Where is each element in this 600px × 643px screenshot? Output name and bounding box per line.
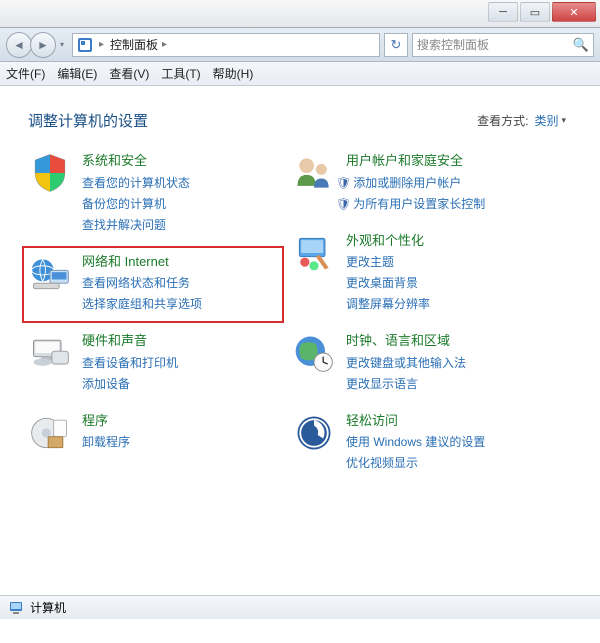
category-title-link[interactable]: 时钟、语言和区域 [346, 331, 466, 351]
breadcrumb[interactable]: 控制面板 ▸ [110, 36, 169, 53]
category-sublink[interactable]: 为所有用户设置家长控制 [353, 197, 485, 211]
menu-view[interactable]: 查看(V) [109, 65, 149, 82]
category-sublink[interactable]: 更改桌面背景 [346, 274, 430, 292]
control-panel-icon [77, 37, 93, 53]
category-sublink[interactable]: 调整屏幕分辨率 [346, 295, 430, 313]
appearance-icon [292, 231, 336, 275]
hardware-icon [28, 331, 72, 375]
category-network-internet: 网络和 Internet 查看网络状态和任务 选择家庭组和共享选项 [22, 246, 284, 324]
category-sublink[interactable]: 查看您的计算机状态 [82, 174, 190, 192]
category-title-link[interactable]: 程序 [82, 411, 130, 431]
view-by-dropdown[interactable]: 类别 [534, 112, 566, 129]
category-title-link[interactable]: 系统和安全 [82, 151, 190, 171]
category-title-link[interactable]: 外观和个性化 [346, 231, 430, 251]
status-label: 计算机 [30, 599, 66, 616]
computer-icon [8, 600, 24, 616]
category-sublink[interactable]: 查找并解决问题 [82, 216, 190, 234]
page-title: 调整计算机的设置 [28, 110, 148, 131]
category-sublink[interactable]: 备份您的计算机 [82, 195, 190, 213]
category-sublink[interactable]: 添加或删除用户帐户 [353, 176, 461, 190]
menu-tools[interactable]: 工具(T) [161, 65, 200, 82]
minimize-button[interactable]: ─ [488, 2, 518, 22]
maximize-button[interactable]: ▭ [520, 2, 550, 22]
refresh-button[interactable]: ↻ [384, 33, 408, 57]
nav-back-button[interactable]: ◄ [6, 32, 32, 58]
menu-help[interactable]: 帮助(H) [213, 65, 254, 82]
category-sublink[interactable]: 查看网络状态和任务 [82, 274, 202, 292]
network-icon [28, 252, 72, 296]
category-system-security: 系统和安全 查看您的计算机状态 备份您的计算机 查找并解决问题 [28, 151, 278, 234]
titlebar: ─ ▭ ✕ [0, 0, 600, 28]
status-bar: 计算机 [0, 595, 600, 619]
breadcrumb-separator-icon: ▸ [97, 39, 106, 50]
menu-bar: 文件(F) 编辑(E) 查看(V) 工具(T) 帮助(H) [0, 62, 600, 86]
category-sublink[interactable]: 卸载程序 [82, 433, 130, 451]
refresh-icon: ↻ [391, 37, 402, 53]
category-sublink[interactable]: 添加设备 [82, 375, 178, 393]
arrow-right-icon: ► [37, 38, 49, 52]
users-icon [292, 151, 336, 195]
view-by-label: 查看方式: [477, 112, 528, 129]
categories-column-right: 用户帐户和家庭安全 🛡添加或删除用户帐户 🛡为所有用户设置家长控制 外观和个性化… [292, 151, 542, 472]
programs-icon [28, 411, 72, 455]
menu-file[interactable]: 文件(F) [6, 65, 45, 82]
search-input[interactable]: 搜索控制面板 🔍 [412, 33, 594, 57]
view-by: 查看方式: 类别 [477, 112, 566, 129]
window-controls: ─ ▭ ✕ [486, 2, 596, 27]
ease-of-access-icon [292, 411, 336, 455]
nav-history-dropdown[interactable]: ▾ [56, 32, 68, 58]
category-sublink[interactable]: 查看设备和打印机 [82, 354, 178, 372]
view-by-value: 类别 [534, 112, 558, 129]
category-user-accounts: 用户帐户和家庭安全 🛡添加或删除用户帐户 🛡为所有用户设置家长控制 [292, 151, 542, 213]
category-title-link[interactable]: 轻松访问 [346, 411, 485, 431]
category-title-link[interactable]: 硬件和声音 [82, 331, 178, 351]
shield-bullet-icon: 🛡 [336, 197, 351, 211]
search-placeholder: 搜索控制面板 [417, 36, 489, 53]
content-area: 调整计算机的设置 查看方式: 类别 系统和安全 查看您的计算机状态 备份您的计算… [0, 86, 600, 616]
category-clock-language: 时钟、语言和区域 更改键盘或其他输入法 更改显示语言 [292, 331, 542, 393]
nav-forward-button[interactable]: ► [30, 32, 56, 58]
category-ease-of-access: 轻松访问 使用 Windows 建议的设置 优化视频显示 [292, 411, 542, 473]
clock-globe-icon [292, 331, 336, 375]
navigation-bar: ◄ ► ▾ ▸ 控制面板 ▸ ↻ 搜索控制面板 🔍 [0, 28, 600, 62]
category-sublink[interactable]: 优化视频显示 [346, 454, 485, 472]
shield-icon [28, 151, 72, 195]
category-hardware-sound: 硬件和声音 查看设备和打印机 添加设备 [28, 331, 278, 393]
arrow-left-icon: ◄ [13, 38, 25, 52]
category-appearance: 外观和个性化 更改主题 更改桌面背景 调整屏幕分辨率 [292, 231, 542, 314]
category-sublink[interactable]: 使用 Windows 建议的设置 [346, 433, 485, 451]
menu-edit[interactable]: 编辑(E) [57, 65, 97, 82]
nav-arrows: ◄ ► ▾ [6, 32, 68, 58]
category-sublink[interactable]: 更改主题 [346, 253, 430, 271]
search-icon: 🔍 [573, 37, 589, 53]
category-sublink[interactable]: 选择家庭组和共享选项 [82, 295, 202, 313]
category-sublink[interactable]: 更改键盘或其他输入法 [346, 354, 466, 372]
address-bar[interactable]: ▸ 控制面板 ▸ [72, 33, 380, 57]
breadcrumb-separator-icon: ▸ [160, 39, 169, 50]
breadcrumb-item[interactable]: 控制面板 [110, 36, 158, 53]
category-sublink[interactable]: 更改显示语言 [346, 375, 466, 393]
categories-column-left: 系统和安全 查看您的计算机状态 备份您的计算机 查找并解决问题 网络和 Inte… [28, 151, 278, 472]
category-programs: 程序 卸载程序 [28, 411, 278, 455]
category-title-link[interactable]: 网络和 Internet [82, 252, 202, 272]
category-title-link[interactable]: 用户帐户和家庭安全 [346, 151, 485, 171]
close-button[interactable]: ✕ [552, 2, 596, 22]
shield-bullet-icon: 🛡 [336, 176, 351, 190]
